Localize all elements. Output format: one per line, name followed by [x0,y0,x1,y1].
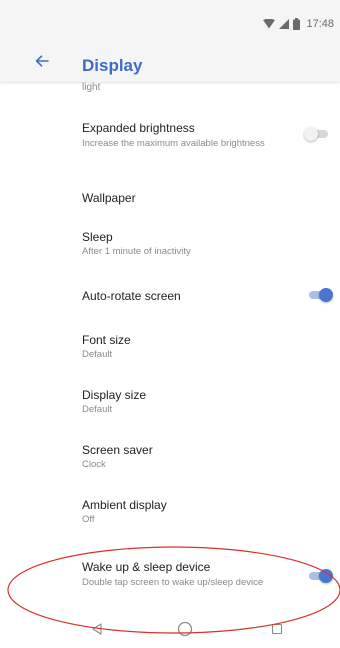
setting-title: Sleep [82,230,113,244]
recents-square-icon [271,622,283,640]
switch-thumb [304,127,318,141]
setting-display-size[interactable]: Display size Default [0,384,340,424]
wake-sleep-switch[interactable] [307,568,333,584]
setting-summary: Increase the maximum available brightnes… [82,138,265,149]
setting-font-size[interactable]: Font size Default [0,329,340,369]
setting-sleep[interactable]: Sleep After 1 minute of inactivity [0,225,340,265]
cell-signal-icon [279,19,290,29]
auto-rotate-switch[interactable] [307,287,333,303]
setting-wallpaper[interactable]: Wallpaper [0,182,340,214]
expanded-brightness-switch[interactable] [304,126,330,142]
status-time: 17:48 [306,18,334,30]
setting-title: Ambient display [82,498,167,512]
nav-back-button[interactable] [88,622,106,640]
setting-summary: Default [82,349,113,360]
setting-expanded-brightness[interactable]: Expanded brightness Increase the maximum… [0,116,340,164]
back-button[interactable] [30,52,54,74]
switch-thumb [319,288,333,302]
status-bar: 17:48 [0,0,340,44]
setting-title: Screen saver [82,443,153,457]
setting-title: Wallpaper [82,191,136,205]
setting-wake-sleep-device[interactable]: Wake up & sleep device Double tap screen… [0,556,340,600]
setting-title: Font size [82,333,131,347]
setting-summary: Clock [82,459,106,470]
arrow-left-icon [35,54,49,72]
setting-summary: Double tap screen to wake up/sleep devic… [82,577,264,588]
nav-recents-button[interactable] [268,622,286,640]
setting-summary: After 1 minute of inactivity [82,246,191,257]
setting-title: Expanded brightness [82,121,195,135]
home-circle-icon [177,621,193,642]
page-title: Display [82,56,143,75]
setting-summary: Off [82,514,95,525]
wifi-icon [263,19,276,29]
status-icons: 17:48 [263,17,334,31]
setting-screen-saver[interactable]: Screen saver Clock [0,439,340,479]
settings-screen: 17:48 Display light Expanded brightness … [0,0,340,648]
app-bar: Display [0,44,340,82]
navigation-bar [0,614,340,648]
switch-thumb [319,569,333,583]
setting-title: Wake up & sleep device [82,560,211,574]
setting-summary: Default [82,404,113,415]
nav-home-button[interactable] [176,621,194,642]
setting-title: Auto-rotate screen [82,289,181,303]
settings-list[interactable]: light Expanded brightness Increase the m… [0,82,340,600]
setting-ambient-display[interactable]: Ambient display Off [0,494,340,534]
setting-title: Display size [82,388,147,402]
battery-icon [293,18,301,30]
back-triangle-icon [91,622,103,640]
partial-item-summary: light [82,82,101,93]
setting-auto-rotate[interactable]: Auto-rotate screen [0,280,340,312]
